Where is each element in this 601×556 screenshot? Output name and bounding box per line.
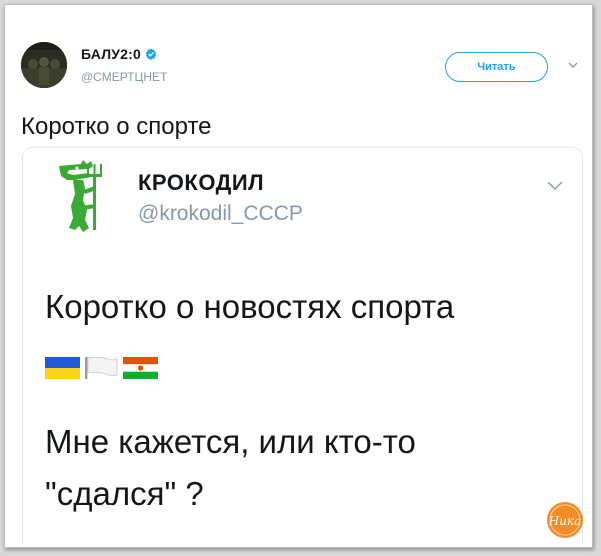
- follow-button[interactable]: Читать: [445, 52, 548, 82]
- quoted-author-name[interactable]: КРОКОДИЛ: [138, 170, 264, 196]
- author-handle[interactable]: @СМЕРТЦНЕТ: [81, 70, 167, 84]
- tweet-frame: БАЛУ2:0 @СМЕРТЦНЕТ Читать Коротко о спор…: [4, 4, 593, 548]
- quoted-text-line: Мне кажется, или кто-то: [45, 423, 416, 460]
- white-flag-icon: [85, 357, 118, 379]
- watermark-text: Ника: [548, 514, 582, 528]
- flag-emoji-row: [45, 357, 158, 379]
- quoted-text-question: Мне кажется, или кто-то "сдался" ?: [45, 416, 416, 520]
- verified-badge-icon: [145, 48, 157, 60]
- tweet-text: Коротко о спорте: [21, 113, 212, 140]
- quoted-text-line: "сдался" ?: [45, 475, 204, 512]
- quoted-author-handle[interactable]: @krokodil_CCCP: [138, 202, 303, 226]
- watermark-logo: Ника: [547, 502, 583, 538]
- chevron-down-icon[interactable]: [545, 178, 565, 192]
- author-name-text: БАЛУ2:0: [81, 46, 141, 62]
- ukraine-flag-icon: [45, 357, 80, 379]
- author-avatar[interactable]: [21, 42, 67, 88]
- quoted-text-line: Коротко о новостях спорта: [45, 288, 455, 325]
- avatar-image: [21, 42, 67, 88]
- quoted-tweet-card[interactable]: КРОКОДИЛ @krokodil_CCCP Коротко о новост…: [22, 147, 583, 545]
- author-name[interactable]: БАЛУ2:0: [81, 46, 157, 62]
- niger-flag-icon: [123, 357, 158, 379]
- chevron-down-icon[interactable]: [567, 60, 579, 70]
- krokodil-logo: [59, 160, 102, 232]
